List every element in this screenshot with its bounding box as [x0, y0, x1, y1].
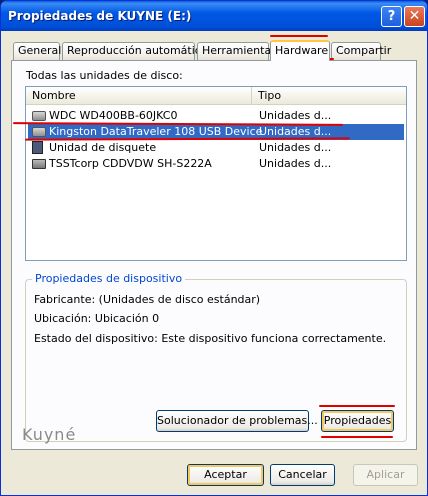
tab-sharing[interactable]: Compartir [331, 42, 391, 60]
window-title: Propiedades de KUYNE (E:) [8, 9, 192, 23]
location-text: Ubicación: Ubicación 0 [34, 312, 160, 325]
item-type: Unidades d... [259, 157, 332, 170]
tab-autoplay[interactable]: Reproducción automática [62, 42, 208, 60]
cd-drive-icon [32, 159, 46, 169]
item-name: TSSTcorp CDDVDW SH-S222A [49, 157, 212, 170]
floppy-icon [32, 141, 43, 154]
properties-dialog: Propiedades de KUYNE (E:) ? ✕ General Re… [0, 0, 428, 496]
list-item[interactable]: Unidad de disquete Unidades d... [28, 140, 404, 156]
item-name: Unidad de disquete [49, 141, 157, 154]
manufacturer-text: Fabricante: (Unidades de disco estándar) [34, 293, 261, 306]
apply-button: Aplicar [353, 464, 418, 486]
hard-drive-icon [32, 111, 46, 121]
annotation-line-properties-bottom [321, 436, 393, 438]
item-type: Unidades d... [259, 109, 332, 122]
annotation-line-properties-top [319, 405, 395, 407]
help-button[interactable]: ? [381, 6, 402, 27]
usb-drive-icon [32, 127, 46, 137]
column-name[interactable]: Nombre [26, 87, 252, 105]
tab-general[interactable]: General [13, 42, 61, 60]
ok-button[interactable]: Aceptar [187, 464, 264, 486]
status-text: Estado del dispositivo: Este dispositivo… [34, 332, 387, 345]
cancel-button[interactable]: Cancelar [270, 464, 335, 486]
disk-list[interactable]: Nombre Tipo WDC WD400BB-60JKC0 Unidades … [25, 86, 407, 261]
column-type[interactable]: Tipo [252, 87, 406, 105]
tab-hardware[interactable]: Hardware [270, 40, 330, 61]
tab-tools[interactable]: Herramientas [197, 42, 277, 60]
properties-button[interactable]: Propiedades [321, 410, 394, 432]
list-header: Nombre Tipo [26, 87, 406, 105]
item-type: Unidades d... [259, 141, 332, 154]
title-bar[interactable]: Propiedades de KUYNE (E:) ? ✕ [1, 1, 427, 31]
list-item[interactable]: TSSTcorp CDDVDW SH-S222A Unidades d... [28, 156, 404, 172]
watermark: Kuyné [22, 425, 77, 444]
close-button[interactable]: ✕ [404, 6, 425, 27]
disks-label: Todas las unidades de disco: [26, 69, 183, 82]
annotation-line-hardware-top [270, 35, 328, 37]
troubleshoot-button[interactable]: Solucionador de problemas... [156, 410, 318, 432]
group-legend: Propiedades de dispositivo [32, 272, 186, 285]
